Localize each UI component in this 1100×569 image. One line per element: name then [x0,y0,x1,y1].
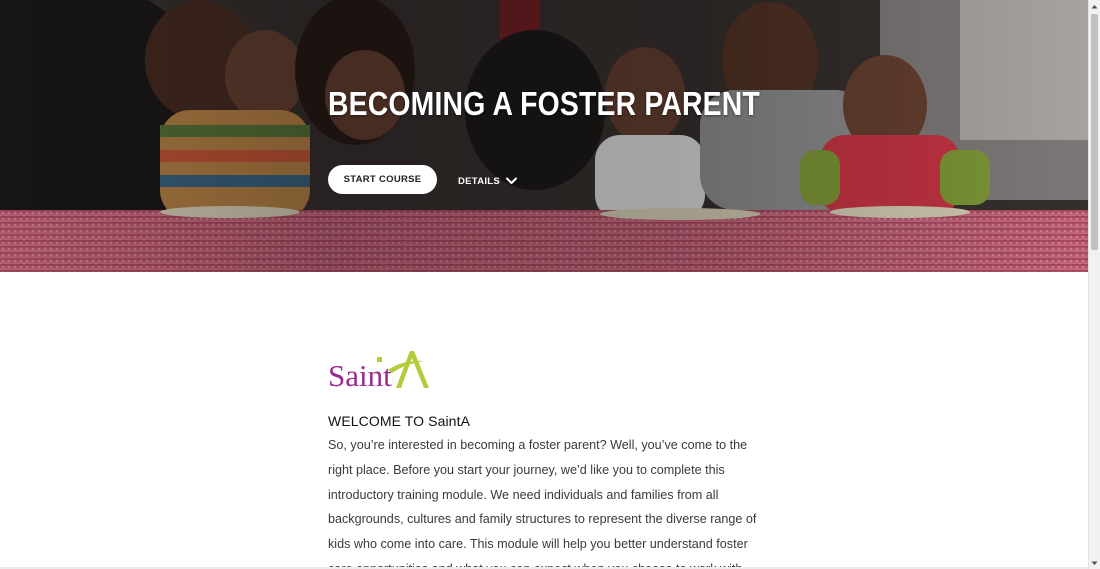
course-title: BECOMING A FOSTER PARENT [328,85,760,122]
scroll-up-arrow-icon[interactable] [1089,0,1100,12]
sainta-logo: Saint [328,351,429,390]
welcome-heading: WELCOME TO SaintA [328,413,471,429]
intro-paragraph: So, you’re interested in becoming a fost… [328,438,757,569]
logo-wordmark: Saint [328,358,392,390]
details-toggle[interactable]: DETAILS [458,173,518,189]
hero-overlay [0,0,1088,272]
scroll-down-arrow-icon[interactable] [1089,557,1100,569]
scroll-thumb[interactable] [1091,14,1098,250]
course-hero: BECOMING A FOSTER PARENT START COURSE DE… [0,0,1088,272]
start-course-button[interactable]: START COURSE [328,165,437,194]
chevron-down-icon [506,177,518,184]
page: BECOMING A FOSTER PARENT START COURSE DE… [0,0,1088,569]
details-label: DETAILS [458,175,501,187]
vertical-scrollbar[interactable] [1088,0,1100,569]
logo-a-mark [396,351,429,388]
